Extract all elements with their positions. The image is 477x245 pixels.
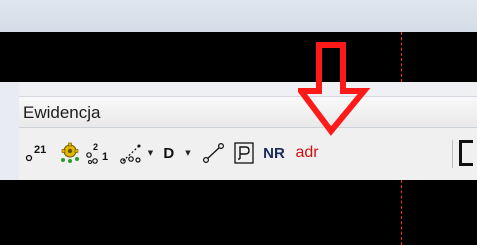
import-points-button[interactable] bbox=[57, 141, 83, 165]
toolbar-titlebar[interactable]: Ewidencja bbox=[19, 97, 477, 128]
cut-off-toolbar-button bbox=[459, 140, 473, 166]
line-segment-icon bbox=[202, 142, 225, 164]
parcel-p-button[interactable] bbox=[231, 141, 257, 165]
guide-line-bottom bbox=[401, 180, 402, 245]
window-frame-top bbox=[19, 82, 477, 97]
guide-line-top bbox=[401, 32, 402, 82]
line-points-dropdown[interactable]: ▼ bbox=[117, 141, 155, 165]
gear-points-icon bbox=[61, 142, 79, 163]
toolbar-separator bbox=[452, 140, 453, 168]
adr-button-label: adr bbox=[295, 144, 319, 161]
nr-button[interactable]: NR bbox=[259, 141, 289, 165]
line-points-icon bbox=[119, 144, 141, 164]
adr-button[interactable]: adr bbox=[291, 141, 323, 165]
chevron-down-icon: ▼ bbox=[147, 149, 154, 157]
renumber-bottom-label: 1 bbox=[102, 151, 108, 163]
renumber-points-icon: 2 1 bbox=[86, 142, 108, 164]
renumber-points-button[interactable]: 2 1 bbox=[85, 141, 113, 165]
point-number-icon: 21 bbox=[25, 144, 46, 162]
nr-button-label: NR bbox=[263, 144, 285, 162]
drawing-canvas-top[interactable] bbox=[0, 32, 477, 82]
parcel-p-icon bbox=[234, 142, 254, 164]
point-number-21-button[interactable]: 21 bbox=[25, 141, 53, 165]
ewidencja-toolbar: 21 2 1 ▼ D ▼ NR adr bbox=[19, 128, 477, 180]
chevron-down-icon: ▼ bbox=[185, 149, 191, 157]
point-number-label: 21 bbox=[34, 144, 46, 156]
drawing-canvas-bottom[interactable] bbox=[0, 180, 477, 245]
d-dropdown[interactable]: D ▼ bbox=[157, 141, 197, 165]
d-dropdown-label: D bbox=[163, 144, 175, 162]
red-arrow-icon bbox=[298, 42, 371, 136]
top-window-strip bbox=[0, 0, 477, 32]
toolbar-title: Ewidencja bbox=[23, 103, 101, 122]
line-segment-button[interactable] bbox=[201, 141, 227, 165]
ewidencja-toolbar-window: Ewidencja 21 2 1 ▼ D ▼ NR adr bbox=[19, 82, 477, 180]
renumber-top-label: 2 bbox=[93, 142, 98, 152]
